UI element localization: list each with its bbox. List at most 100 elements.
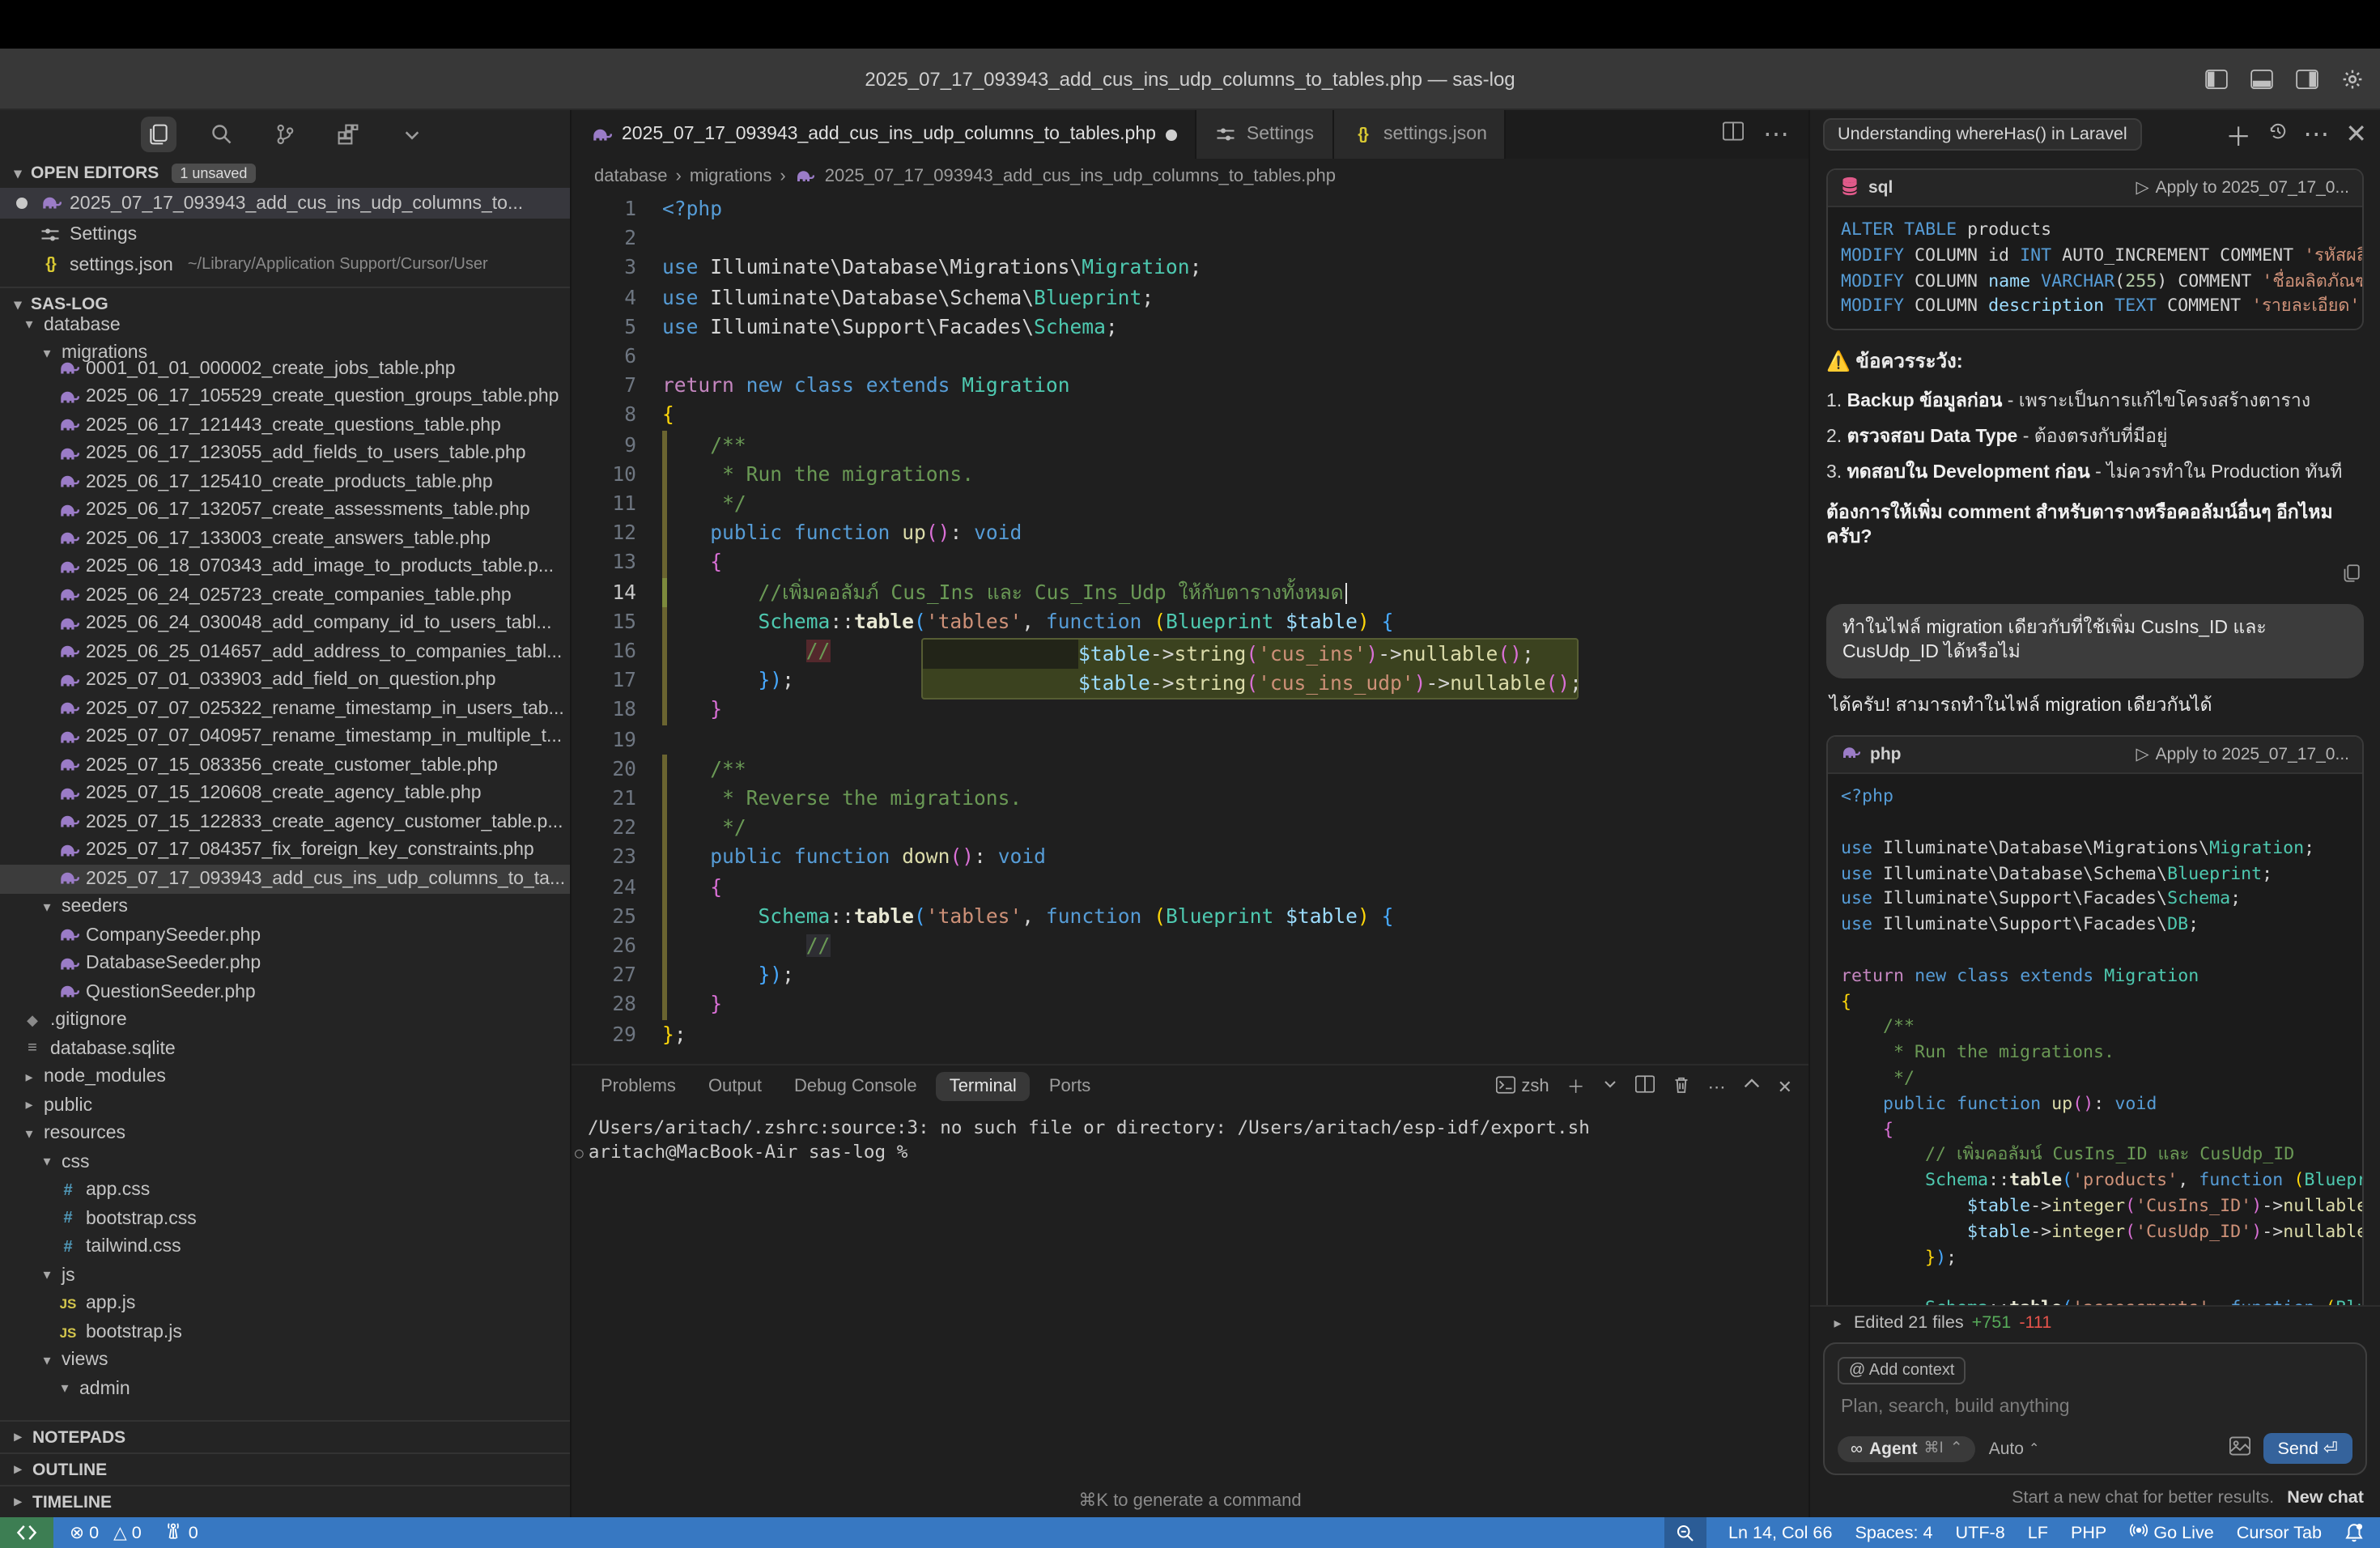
code-line[interactable]: 5use Illuminate\Support\Facades\Schema;: [572, 313, 1808, 342]
tree-folder[interactable]: ▾css: [0, 1148, 570, 1176]
copy-icon[interactable]: [2341, 563, 2361, 588]
chat-messages[interactable]: sql ▷Apply to 2025_07_17_0... ALTER TABL…: [1810, 159, 2380, 1305]
code-editor[interactable]: 1<?php23use Illuminate\Database\Migratio…: [572, 194, 1808, 1064]
tree-item[interactable]: QuestionSeeder.php: [0, 978, 570, 1006]
tree-item[interactable]: 2025_06_24_025723_create_companies_table…: [0, 581, 570, 610]
code-line[interactable]: 28 }: [572, 990, 1808, 1019]
open-editor-item[interactable]: {}settings.json~/Library/Application Sup…: [0, 249, 570, 280]
tree-item[interactable]: 2025_06_25_014657_add_address_to_compani…: [0, 638, 570, 666]
breadcrumb[interactable]: database› migrations› 2025_07_17_093943_…: [572, 159, 1808, 194]
send-button[interactable]: Send ⏎: [2263, 1433, 2352, 1464]
panel-tab-terminal[interactable]: Terminal: [937, 1072, 1030, 1101]
toggle-right-sidebar-icon[interactable]: [2296, 69, 2318, 88]
maximize-panel-icon[interactable]: [1744, 1077, 1760, 1096]
code-line[interactable]: 25 Schema::table('tables', function (Blu…: [572, 902, 1808, 931]
tree-item[interactable]: 2025_07_07_025322_rename_timestamp_in_us…: [0, 695, 570, 723]
code-line[interactable]: 13 {: [572, 548, 1808, 577]
tree-item[interactable]: JSapp.js: [0, 1290, 570, 1318]
tree-item[interactable]: 2025_06_17_132057_create_assessments_tab…: [0, 496, 570, 525]
tree-item[interactable]: 2025_07_01_033903_add_field_on_question.…: [0, 666, 570, 695]
tree-item[interactable]: 2025_06_17_121443_create_questions_table…: [0, 411, 570, 440]
editor-tab[interactable]: 2025_07_17_093943_add_cus_ins_udp_column…: [572, 110, 1196, 159]
go-live-button[interactable]: Go Live: [2129, 1520, 2213, 1545]
search-icon[interactable]: [204, 117, 240, 152]
editor-more-actions-icon[interactable]: ⋯: [1763, 118, 1789, 151]
tree-item[interactable]: 2025_06_17_133003_create_answers_table.p…: [0, 525, 570, 553]
tree-folder[interactable]: ▾resources: [0, 1120, 570, 1148]
ports-indicator[interactable]: 0: [164, 1520, 198, 1545]
code-line[interactable]: 6: [572, 342, 1808, 371]
code-line[interactable]: 22 */: [572, 814, 1808, 843]
code-line[interactable]: 9 /**: [572, 430, 1808, 459]
tree-item[interactable]: 2025_06_17_125410_create_products_table.…: [0, 468, 570, 496]
agent-mode-selector[interactable]: ∞ Agent ⌘I ⌃: [1838, 1435, 1976, 1461]
tree-item[interactable]: 0001_01_01_000002_create_jobs_table.php: [0, 355, 570, 383]
edited-files-row[interactable]: ▸ Edited 21 files +751 -111: [1810, 1305, 2380, 1339]
panel-tab-problems[interactable]: Problems: [588, 1072, 689, 1101]
tree-item[interactable]: 2025_06_17_105529_create_question_groups…: [0, 383, 570, 411]
tree-item[interactable]: 2025_06_17_123055_add_fields_to_users_ta…: [0, 440, 570, 468]
source-control-icon[interactable]: [267, 117, 303, 152]
code-line[interactable]: 14 //เพิ่มคอลัมภ์ Cus_Ins และ Cus_Ins_Ud…: [572, 577, 1808, 606]
notifications-bell-icon[interactable]: [2344, 1522, 2364, 1543]
more-views-chevron-icon[interactable]: [393, 117, 429, 152]
tree-folder[interactable]: ▸node_modules: [0, 1063, 570, 1091]
tree-item[interactable]: 2025_07_17_084357_fix_foreign_key_constr…: [0, 836, 570, 865]
tree-item[interactable]: 2025_06_18_070343_add_image_to_products_…: [0, 553, 570, 581]
code-line[interactable]: 18 }: [572, 695, 1808, 725]
code-line[interactable]: 21 * Reverse the migrations.: [572, 784, 1808, 813]
chat-tab-title[interactable]: Understanding whereHas() in Laravel: [1823, 118, 2142, 151]
panel-tab-debug-console[interactable]: Debug Console: [781, 1072, 930, 1101]
new-terminal-icon[interactable]: ＋: [1567, 1074, 1585, 1099]
tree-item[interactable]: #bootstrap.css: [0, 1205, 570, 1233]
tree-folder[interactable]: ▾admin: [0, 1375, 570, 1403]
code-line[interactable]: 26 //: [572, 931, 1808, 960]
code-line[interactable]: 24 {: [572, 872, 1808, 901]
code-line[interactable]: 19: [572, 725, 1808, 754]
code-line[interactable]: 1<?php: [572, 194, 1808, 223]
code-line[interactable]: 23 public function down(): void: [572, 843, 1808, 872]
editor-tab[interactable]: {}settings.json: [1333, 110, 1507, 159]
problems-indicator[interactable]: ⊗0 △0: [70, 1522, 142, 1543]
eol-sequence[interactable]: LF: [2028, 1523, 2048, 1542]
code-line[interactable]: 8{: [572, 401, 1808, 430]
code-line[interactable]: 15 Schema::table('tables', function (Blu…: [572, 607, 1808, 636]
add-context-button[interactable]: @ Add context: [1838, 1357, 1966, 1384]
cursor-position[interactable]: Ln 14, Col 66: [1728, 1523, 1832, 1542]
attach-image-icon[interactable]: [2229, 1434, 2250, 1463]
chat-more-actions-icon[interactable]: ⋯: [2303, 118, 2329, 151]
code-line[interactable]: 10 * Run the migrations.: [572, 460, 1808, 489]
panel-tab-ports[interactable]: Ports: [1036, 1072, 1103, 1101]
tree-item[interactable]: 2025_07_15_120608_create_agency_table.ph…: [0, 780, 570, 808]
extensions-icon[interactable]: [330, 117, 366, 152]
code-line[interactable]: 11 */: [572, 489, 1808, 518]
terminal-dropdown-chevron-icon[interactable]: [1603, 1077, 1617, 1096]
breadcrumb-database[interactable]: database: [594, 167, 668, 186]
chat-history-icon[interactable]: [2267, 120, 2287, 149]
tree-folder[interactable]: ▾database: [0, 311, 570, 339]
tree-item[interactable]: 2025_07_17_093943_add_cus_ins_udp_column…: [0, 865, 570, 893]
tree-folder[interactable]: ▾js: [0, 1261, 570, 1290]
sidebar-section-timeline[interactable]: ▸TIMELINE: [0, 1485, 570, 1517]
editor-tab[interactable]: Settings: [1196, 110, 1333, 159]
code-line[interactable]: 2: [572, 223, 1808, 253]
code-line[interactable]: 27 });: [572, 961, 1808, 990]
tree-item[interactable]: #tailwind.css: [0, 1233, 570, 1261]
explorer-icon[interactable]: [141, 117, 176, 152]
code-line[interactable]: 20 /**: [572, 755, 1808, 784]
toggle-left-sidebar-icon[interactable]: [2205, 69, 2228, 88]
language-mode[interactable]: PHP: [2071, 1523, 2106, 1542]
code-line[interactable]: 29};: [572, 1019, 1808, 1048]
terminal-instance[interactable]: zsh: [1495, 1074, 1549, 1099]
tree-folder[interactable]: ▸public: [0, 1091, 570, 1120]
apply-button[interactable]: ▷Apply to 2025_07_17_0...: [2136, 178, 2349, 198]
encoding[interactable]: UTF-8: [1956, 1523, 2005, 1542]
code-line[interactable]: 7return new class extends Migration: [572, 371, 1808, 400]
code-line[interactable]: 12 public function up(): void: [572, 518, 1808, 547]
tree-item[interactable]: 2025_06_24_030048_add_company_id_to_user…: [0, 610, 570, 638]
tree-item[interactable]: 2025_07_15_122833_create_agency_customer…: [0, 808, 570, 836]
inline-suggestion-box[interactable]: $table->string('cus_ins')->nullable();$t…: [921, 638, 1579, 700]
kill-terminal-icon[interactable]: [1672, 1074, 1690, 1099]
open-editor-item[interactable]: 2025_07_17_093943_add_cus_ins_udp_column…: [0, 188, 570, 219]
code-line[interactable]: 3use Illuminate\Database\Migrations\Migr…: [572, 253, 1808, 283]
